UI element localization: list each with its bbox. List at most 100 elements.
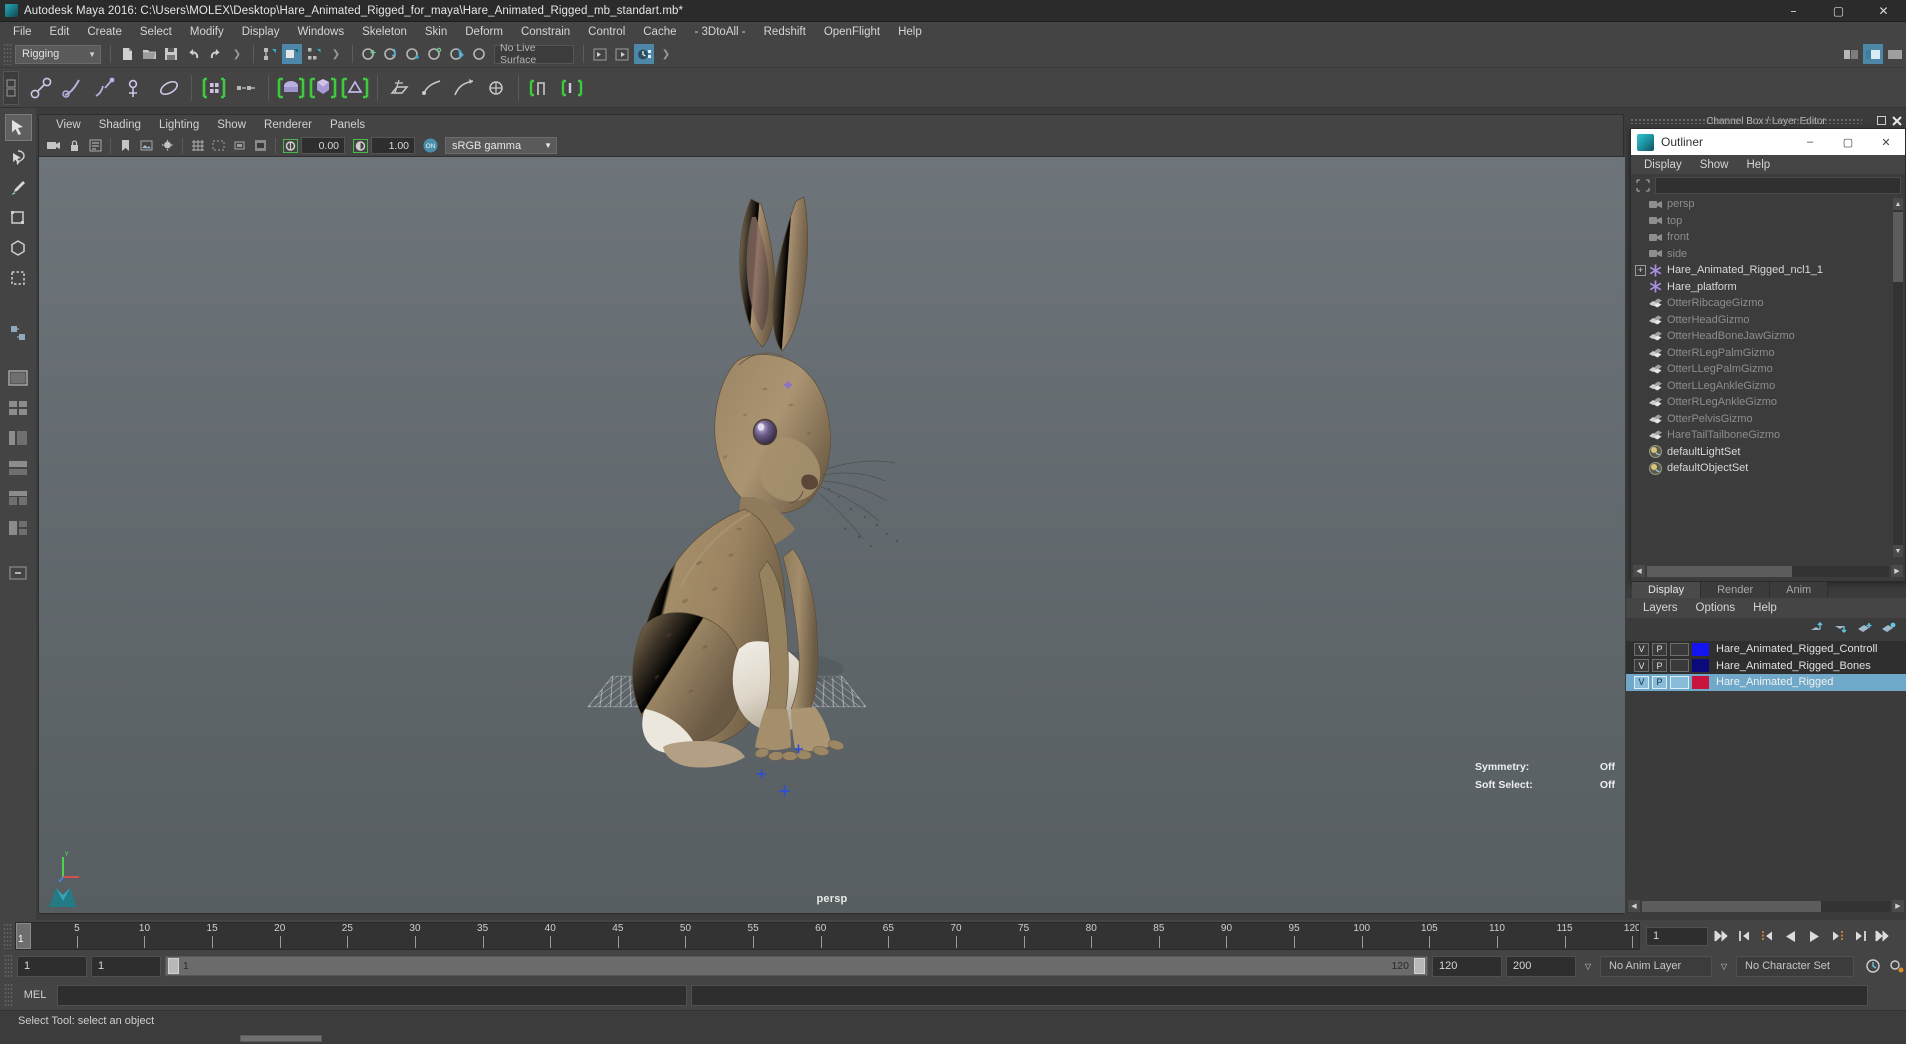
menu-control[interactable]: Control bbox=[579, 22, 634, 41]
outliner-vertical-scrollbar[interactable]: ▲ ▼ bbox=[1893, 198, 1903, 557]
outliner-minimize-button[interactable]: – bbox=[1791, 129, 1829, 155]
menu-select[interactable]: Select bbox=[131, 22, 181, 41]
exposure-field[interactable]: 0.00 bbox=[301, 137, 345, 154]
time-slider-gripper[interactable] bbox=[3, 923, 12, 949]
layer-color-swatch[interactable] bbox=[1692, 659, 1709, 673]
move-layer-up-icon[interactable] bbox=[1808, 621, 1824, 635]
layer-visibility-toggle[interactable]: V bbox=[1634, 642, 1649, 656]
maximize-button[interactable]: ▢ bbox=[1816, 0, 1861, 22]
snap-to-projected-center-icon[interactable] bbox=[425, 44, 445, 64]
layer-playback-toggle[interactable]: P bbox=[1652, 675, 1667, 689]
outliner-item-otterheadbonejawgizmo[interactable]: OtterHeadBoneJawGizmo bbox=[1631, 328, 1905, 345]
outliner-menu-show[interactable]: Show bbox=[1691, 155, 1738, 174]
outliner-item-otterrlegpalmgizmo[interactable]: OtterRLegPalmGizmo bbox=[1631, 345, 1905, 362]
range-end-handle[interactable] bbox=[1414, 958, 1425, 974]
outliner-item-otterpelvisgizmo[interactable]: OtterPelvisGizmo bbox=[1631, 411, 1905, 428]
scrollbar-track[interactable] bbox=[1642, 900, 1890, 912]
current-frame-field[interactable]: 1 bbox=[1646, 926, 1708, 946]
scroll-up-icon[interactable]: ▲ bbox=[1893, 198, 1903, 210]
outliner-item-side[interactable]: side bbox=[1631, 246, 1905, 263]
outliner-item-haretailtailbonegizmo[interactable]: HareTailTailboneGizmo bbox=[1631, 427, 1905, 444]
menu-skin[interactable]: Skin bbox=[416, 22, 456, 41]
menu-skeleton[interactable]: Skeleton bbox=[353, 22, 416, 41]
layer-menu-help[interactable]: Help bbox=[1744, 598, 1786, 618]
open-scene-icon[interactable] bbox=[139, 44, 159, 64]
undo-icon[interactable] bbox=[183, 44, 203, 64]
persp-graph-layout[interactable] bbox=[5, 454, 32, 481]
paint-select-tool[interactable] bbox=[5, 174, 32, 201]
move-tool[interactable] bbox=[5, 204, 32, 231]
camera-attributes-icon[interactable] bbox=[86, 136, 105, 155]
bookmark-icon[interactable] bbox=[116, 136, 135, 155]
outliner-item-otterrleganklegizmo[interactable]: OtterRLegAnkleGizmo bbox=[1631, 394, 1905, 411]
menu-display[interactable]: Display bbox=[233, 22, 289, 41]
scroll-right-icon[interactable]: ▶ bbox=[1892, 900, 1904, 912]
persp-outliner-layout[interactable] bbox=[5, 424, 32, 451]
new-scene-icon[interactable] bbox=[117, 44, 137, 64]
animation-preferences-icon[interactable] bbox=[1887, 956, 1906, 976]
image-plane-icon[interactable] bbox=[137, 136, 156, 155]
play-backwards-icon[interactable] bbox=[1781, 926, 1800, 946]
viewport-menu-lighting[interactable]: Lighting bbox=[150, 115, 208, 135]
scale-tool[interactable] bbox=[5, 264, 32, 291]
menu-edit[interactable]: Edit bbox=[41, 22, 79, 41]
layer-shading-toggle[interactable] bbox=[1670, 675, 1689, 689]
chevron-down-icon[interactable]: ▽ bbox=[1580, 956, 1596, 976]
snap-to-grid-icon[interactable] bbox=[359, 44, 379, 64]
go-to-start-icon[interactable] bbox=[1712, 926, 1731, 946]
detach-skin-icon[interactable] bbox=[276, 72, 306, 104]
layer-visibility-toggle[interactable]: V bbox=[1634, 659, 1649, 673]
viewport-3d-area[interactable]: Symmetry: Off Soft Select: Off persp Y bbox=[39, 157, 1625, 913]
layer-editor-horizontal-scrollbar[interactable]: ◀ ▶ bbox=[1626, 898, 1906, 914]
nonlinear-bend-icon[interactable] bbox=[526, 72, 556, 104]
rotate-tool[interactable] bbox=[5, 234, 32, 261]
outliner-menu-display[interactable]: Display bbox=[1635, 155, 1691, 174]
ik-spline-handle-icon[interactable] bbox=[90, 72, 120, 104]
layer-row[interactable]: V P Hare_Animated_Rigged bbox=[1626, 674, 1906, 691]
toolbar-overflow-icon[interactable]: ❯ bbox=[656, 44, 676, 64]
scrollbar-thumb[interactable] bbox=[1893, 212, 1903, 282]
animation-end-field[interactable]: 200 bbox=[1506, 955, 1576, 977]
snap-to-point-icon[interactable] bbox=[403, 44, 423, 64]
scroll-right-icon[interactable]: ▶ bbox=[1891, 565, 1903, 577]
layer-menu-layers[interactable]: Layers bbox=[1634, 598, 1687, 618]
scroll-left-icon[interactable]: ◀ bbox=[1628, 900, 1640, 912]
command-line-input[interactable] bbox=[57, 984, 687, 1006]
select-tool[interactable] bbox=[4, 114, 32, 141]
panel-gripper[interactable] bbox=[1630, 118, 1740, 124]
scrollbar-track[interactable] bbox=[1647, 565, 1889, 577]
menu-modify[interactable]: Modify bbox=[181, 22, 233, 41]
outliner-tree[interactable]: persp top front side + Hare_Animated_Rigged_n… bbox=[1631, 196, 1905, 559]
command-response-field[interactable] bbox=[691, 984, 1868, 1006]
outliner-item-persp[interactable]: persp bbox=[1631, 196, 1905, 213]
menu-deform[interactable]: Deform bbox=[456, 22, 512, 41]
more-layouts-icon[interactable] bbox=[5, 559, 32, 586]
shelf-tab-icon[interactable] bbox=[3, 70, 19, 105]
command-line-gripper[interactable] bbox=[4, 983, 13, 1007]
viewport-menu-renderer[interactable]: Renderer bbox=[255, 115, 321, 135]
wrap-deformer-icon[interactable] bbox=[558, 72, 588, 104]
gamma-field[interactable]: 1.00 bbox=[371, 137, 415, 154]
undock-icon[interactable] bbox=[1874, 114, 1888, 127]
playback-end-field[interactable]: 120 bbox=[1432, 955, 1502, 977]
scrollbar-thumb[interactable] bbox=[1642, 900, 1821, 912]
toolbar-overflow-icon[interactable]: ❯ bbox=[227, 44, 247, 64]
animation-start-field[interactable]: 1 bbox=[17, 955, 87, 977]
layer-visibility-toggle[interactable]: V bbox=[1634, 675, 1649, 689]
layer-shading-toggle[interactable] bbox=[1670, 659, 1689, 673]
new-layer-from-selected-icon[interactable] bbox=[1880, 621, 1896, 635]
mirror-skin-weights-icon[interactable] bbox=[340, 72, 370, 104]
hypershade-persp-layout[interactable] bbox=[5, 484, 32, 511]
cluster-icon[interactable] bbox=[417, 72, 447, 104]
outliner-item-hare-animated-rigged-ncl1-1[interactable]: + Hare_Animated_Rigged_ncl1_1 bbox=[1631, 262, 1905, 279]
chevron-down-icon[interactable]: ▽ bbox=[1716, 956, 1732, 976]
single-perspective-view-layout[interactable] bbox=[5, 364, 32, 391]
skeleton-set-icon[interactable] bbox=[154, 72, 184, 104]
menu-constrain[interactable]: Constrain bbox=[512, 22, 579, 41]
layer-color-swatch[interactable] bbox=[1692, 642, 1709, 656]
menu-help[interactable]: Help bbox=[889, 22, 931, 41]
last-tool-used-icon[interactable] bbox=[5, 319, 32, 346]
outliner-search-input[interactable] bbox=[1655, 176, 1901, 194]
gate-mask-icon[interactable] bbox=[251, 136, 270, 155]
minimize-button[interactable]: – bbox=[1771, 0, 1816, 22]
